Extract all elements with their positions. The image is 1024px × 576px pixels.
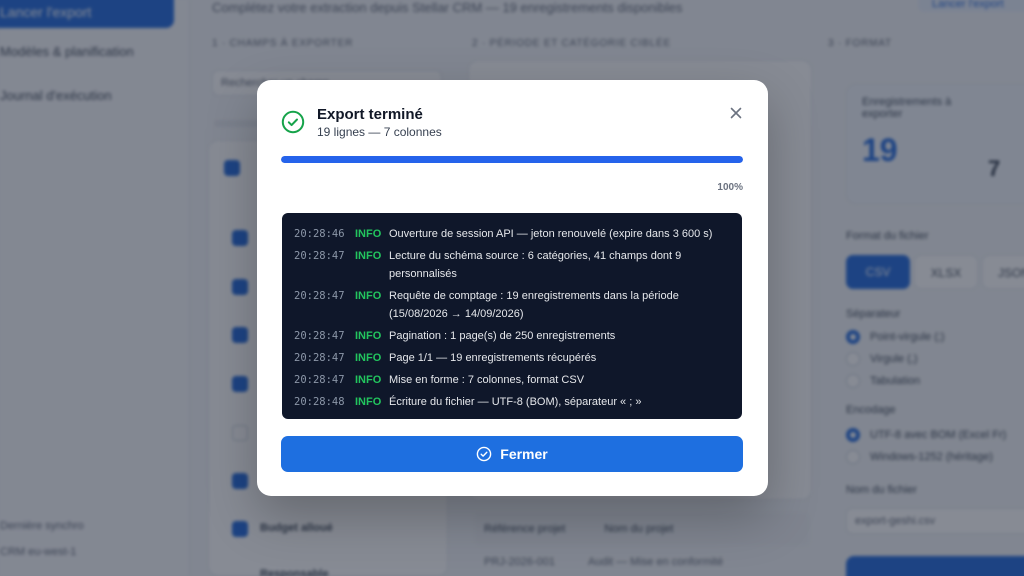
log-timestamp: 20:28:47 [294,290,345,302]
log-timestamp: 20:28:47 [294,374,345,386]
log-level: INFO [355,290,382,302]
log-row: 20:28:47 INFO Requête de comptage : 19 enr… [294,287,730,323]
log-level: INFO [355,374,382,386]
log-console[interactable]: 20:28:46 INFO Ouverture de session API — j… [282,213,742,419]
check-circle-icon [281,110,305,134]
close-icon [730,107,742,119]
log-message: Requête de comptage : 19 enregistrements… [389,290,679,320]
close-button-label: Fermer [500,446,548,462]
check-circle-icon [476,446,492,462]
log-message: Écriture du fichier — UTF-8 (BOM), sépar… [389,396,642,408]
close-button[interactable]: Fermer [281,436,743,472]
log-row: 20:28:47 INFO Mise en forme : 7 colonnes, … [294,371,730,389]
log-timestamp: 20:28:47 [294,352,345,364]
log-timestamp: 20:28:48 [294,396,345,408]
progress-bar [281,156,743,163]
log-level: INFO [355,330,382,342]
log-row: 20:28:47 INFO Pagination : 1 page(s) de 25… [294,327,730,345]
log-message: Lecture du schéma source : 6 catégories,… [389,250,682,280]
dialog-title: Export terminé [317,106,423,123]
log-message: Ouverture de session API — jeton renouve… [389,228,713,240]
log-level: INFO [355,396,382,408]
log-row: 20:28:47 INFO Page 1/1 — 19 enregistrement… [294,349,730,367]
close-x-button[interactable] [725,102,747,124]
log-message: Mise en forme : 7 colonnes, format CSV [389,374,585,386]
log-message: Page 1/1 — 19 enregistrements récupérés [389,352,597,364]
log-timestamp: 20:28:47 [294,330,345,342]
log-row: 20:28:48 INFO Écriture du fichier — UTF-8 … [294,393,730,411]
export-complete-dialog: Export terminé 19 lignes — 7 colonnes 10… [257,80,768,496]
dialog-subtitle: 19 lignes — 7 colonnes [317,125,442,139]
log-message: Pagination : 1 page(s) de 250 enregistre… [389,330,616,342]
progress-bar-fill [281,156,743,163]
log-row: 20:28:47 INFO Lecture du schéma source : 6… [294,247,730,283]
log-level: INFO [355,352,382,364]
log-timestamp: 20:28:47 [294,250,345,262]
progress-percent: 100% [717,182,743,193]
log-row: 20:28:46 INFO Ouverture de session API — j… [294,225,730,243]
log-level: INFO [355,250,382,262]
log-timestamp: 20:28:46 [294,228,345,240]
log-level: INFO [355,228,382,240]
